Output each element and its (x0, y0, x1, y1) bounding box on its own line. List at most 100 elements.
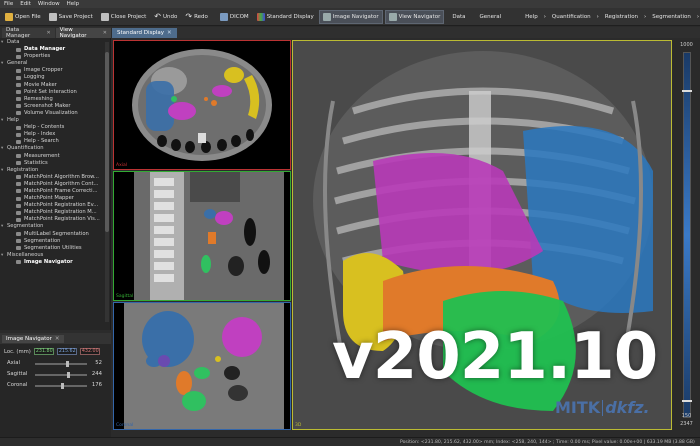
close-icon[interactable]: ✕ (103, 30, 107, 36)
sagittal-view[interactable]: Sagittal (113, 171, 291, 301)
undo-button[interactable]: ↶ Undo (151, 10, 180, 24)
nav-group-data[interactable]: Data (0, 39, 110, 46)
nav-item[interactable]: Help - Contents (0, 124, 110, 131)
segmentation-category[interactable]: Segmentation (650, 14, 693, 20)
menu-file[interactable]: File (4, 1, 13, 7)
dicom-button[interactable]: DICOM (217, 10, 252, 24)
nav-item[interactable]: MatchPoint Registration M... (0, 209, 110, 216)
nav-item[interactable]: MatchPoint Registration Ev... (0, 202, 110, 209)
general-category[interactable]: General (477, 14, 503, 20)
axial-slider[interactable] (35, 361, 87, 367)
sagittal-slider-handle[interactable] (67, 372, 71, 378)
view-icon (16, 196, 21, 201)
nav-group-quantification[interactable]: Quantification (0, 145, 110, 152)
level-window-upper-handle[interactable] (682, 90, 692, 92)
close-icon[interactable]: ✕ (167, 30, 172, 36)
view-icon (16, 83, 21, 88)
nav-group-miscellaneous[interactable]: Miscellaneous (0, 252, 110, 259)
nav-item[interactable]: Logging (0, 74, 110, 81)
image-navigator-label: Image Navigator (332, 13, 379, 20)
coronal-view[interactable]: Coronal (113, 302, 291, 430)
nav-item[interactable]: Help - Index (0, 131, 110, 138)
display-icon (256, 12, 265, 21)
nav-item[interactable]: MatchPoint Frame Correcti... (0, 188, 110, 195)
location-z-field[interactable]: 432.00 (79, 348, 100, 355)
level-window-bar[interactable] (683, 52, 691, 418)
nav-item[interactable]: MatchPoint Algorithm Cont... (0, 181, 110, 188)
nav-item[interactable]: Movie Maker (0, 82, 110, 89)
image-navigator-panel: Loc. (mm) 231.80 215.62 432.00 Axial 52 … (0, 344, 111, 446)
coronal-view-label: Coronal (116, 423, 134, 428)
chevron-right-icon[interactable]: › (642, 14, 648, 20)
axial-slider-handle[interactable] (66, 361, 70, 367)
scrollbar-thumb[interactable] (105, 52, 109, 232)
sagittal-slider[interactable] (35, 372, 87, 378)
nav-item-label: Movie Maker (24, 81, 57, 88)
help-category[interactable]: Help (523, 14, 540, 20)
nav-item[interactable]: Remeshing (0, 96, 110, 103)
chevron-right-icon[interactable]: › (542, 14, 548, 20)
coronal-slider-handle[interactable] (61, 383, 64, 389)
nav-item[interactable]: Data Manager (0, 46, 110, 53)
level-window-min[interactable]: 150 (673, 413, 700, 419)
axial-view[interactable]: Axial (113, 40, 291, 170)
nav-item[interactable]: Segmentation Utilities (0, 245, 110, 252)
nav-item[interactable]: Point Set Interaction (0, 89, 110, 96)
menu-window[interactable]: Window (38, 1, 60, 7)
menu-help[interactable]: Help (67, 1, 80, 7)
nav-item-label: Help - Search (24, 138, 59, 145)
nav-group-help[interactable]: Help (0, 117, 110, 124)
menu-edit[interactable]: Edit (20, 1, 31, 7)
level-window-max[interactable]: 1000 (673, 42, 700, 48)
standard-display-button[interactable]: Standard Display (254, 10, 317, 24)
save-project-button[interactable]: Save Project (46, 10, 96, 24)
nav-group-segmentation[interactable]: Segmentation (0, 223, 110, 230)
nav-group-general[interactable]: General (0, 60, 110, 67)
nav-item[interactable]: Help - Search (0, 138, 110, 145)
nav-item-label: Logging (24, 74, 45, 81)
registration-category[interactable]: Registration (603, 14, 640, 20)
image-navigator-button[interactable]: Image Navigator (318, 9, 383, 24)
undo-icon: ↶ (154, 12, 161, 21)
location-y-field[interactable]: 215.62 (56, 348, 77, 355)
redo-button[interactable]: ↷ Redo (182, 10, 211, 24)
nav-item[interactable]: Segmentation (0, 238, 110, 245)
coronal-value[interactable]: 176 (90, 382, 102, 388)
tab-data-manager[interactable]: Data Manager ✕ (2, 27, 55, 39)
chevron-right-icon[interactable]: › (695, 14, 700, 20)
nav-item[interactable]: Image Navigator (0, 259, 110, 266)
tab-standard-display[interactable]: Standard Display ✕ (112, 28, 177, 38)
nav-item[interactable]: MatchPoint Registration Vis... (0, 216, 110, 223)
quantification-category[interactable]: Quantification (550, 14, 593, 20)
tab-view-navigator[interactable]: View Navigator ✕ (55, 27, 111, 39)
nav-item[interactable]: Image Cropper (0, 67, 110, 74)
level-window-lower-handle[interactable] (682, 400, 692, 402)
nav-item[interactable]: Properties (0, 53, 110, 60)
scrollbar[interactable] (105, 42, 109, 322)
nav-group-registration[interactable]: Registration (0, 167, 110, 174)
nav-item[interactable]: MultiLabel Segmentation (0, 231, 110, 238)
close-icon[interactable]: ✕ (46, 30, 50, 36)
nav-item[interactable]: MatchPoint Algorithm Brow... (0, 174, 110, 181)
view-navigator-button[interactable]: View Navigator (384, 9, 445, 24)
coronal-slider[interactable] (35, 383, 87, 389)
data-category[interactable]: Data (450, 14, 467, 20)
level-window-widget[interactable]: 1000 150 2347 (673, 40, 700, 430)
nav-item[interactable]: MatchPoint Mapper (0, 195, 110, 202)
nav-item[interactable]: Volume Visualization (0, 110, 110, 117)
view-icon (16, 90, 21, 95)
location-x-field[interactable]: 231.80 (33, 348, 54, 355)
status-text: Position: <231.80, 215.62, 432.00> mm; I… (400, 440, 695, 445)
nav-item[interactable]: Statistics (0, 160, 110, 167)
sagittal-value[interactable]: 244 (90, 371, 102, 377)
open-file-button[interactable]: Open File (2, 10, 44, 24)
nav-item-label: Help - Index (24, 131, 56, 138)
redo-label: Redo (194, 13, 208, 20)
tab-image-navigator[interactable]: Image Navigator ✕ (2, 334, 64, 343)
axial-value[interactable]: 52 (90, 360, 102, 366)
nav-item[interactable]: Measurement (0, 153, 110, 160)
chevron-right-icon[interactable]: › (595, 14, 601, 20)
close-project-button[interactable]: Close Project (98, 10, 150, 24)
nav-item[interactable]: Screenshot Maker (0, 103, 110, 110)
close-icon[interactable]: ✕ (55, 336, 60, 342)
